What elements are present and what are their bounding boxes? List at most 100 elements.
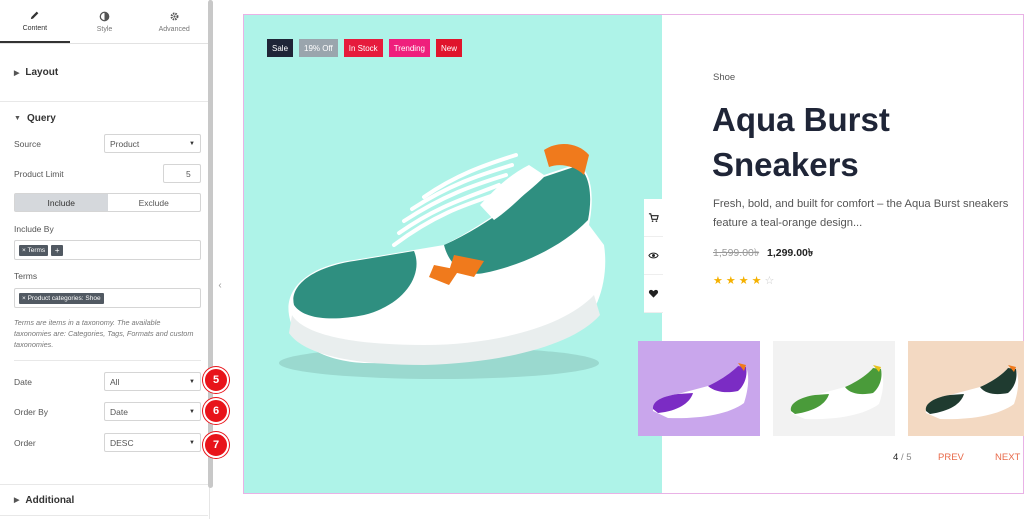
star-icon: ★ — [738, 275, 749, 287]
date-select[interactable]: All ▼ — [104, 372, 201, 391]
add-chip-button[interactable]: + — [51, 244, 64, 256]
tab-style[interactable]: Style — [70, 0, 140, 43]
caret-right-icon: ▶ — [14, 497, 20, 504]
source-label: Source — [14, 138, 41, 149]
product-description: Fresh, bold, and built for comfort – the… — [713, 195, 1024, 233]
next-button[interactable]: NEXT — [995, 452, 1020, 463]
prev-button[interactable]: PREV — [938, 452, 964, 463]
badge-trending: Trending — [388, 39, 430, 57]
order-by-value: Date — [110, 406, 128, 417]
limit-row: Product Limit 5 — [14, 164, 201, 183]
wishlist-button[interactable] — [644, 275, 663, 313]
sneaker-thumb-image — [925, 365, 1019, 420]
terms-help-text: Terms are items in a taxonomy. The avail… — [14, 318, 194, 349]
section-additional-label: Additional — [25, 494, 75, 506]
badge-in-stock: In Stock — [343, 39, 383, 57]
include-by-field[interactable]: × Terms + — [14, 240, 201, 260]
include-by-label: Include By — [14, 224, 54, 234]
source-value: Product — [110, 138, 140, 149]
collapse-panel-icon[interactable]: ‹ — [214, 270, 226, 300]
price-new: 1,299.00৳ — [767, 247, 814, 259]
divider — [14, 360, 201, 361]
caret-down-icon: ▼ — [14, 114, 21, 122]
include-button[interactable]: Include — [15, 194, 108, 211]
product-category[interactable]: Shoe — [713, 72, 735, 83]
product-image-area: Sale 19% Off In Stock Trending New — [244, 15, 662, 493]
tab-style-label: Style — [96, 25, 113, 33]
source-row: Source Product ▼ — [14, 134, 201, 153]
product-description-text: Fresh, bold, and built for comfort – the… — [713, 198, 1009, 229]
rating-stars: ★ ★ ★ ★ ☆ — [713, 274, 774, 287]
price-old: 1,599.00৳ — [713, 247, 760, 259]
order-value: DESC — [110, 437, 134, 448]
category-chip[interactable]: × Product categories: Shoe — [19, 292, 104, 304]
source-select[interactable]: Product ▼ — [104, 134, 201, 153]
order-by-row: Order By Date ▼ — [14, 402, 201, 421]
star-empty-icon: ☆ — [764, 275, 775, 287]
pencil-icon — [31, 11, 39, 19]
quick-view-button[interactable] — [644, 237, 663, 275]
badge-new: New — [435, 39, 462, 57]
section-layout[interactable]: ▶ Layout — [0, 44, 209, 102]
tab-content[interactable]: Content — [0, 0, 70, 43]
exclude-button[interactable]: Exclude — [108, 194, 201, 211]
caret-right-icon: ▶ — [14, 69, 20, 77]
product-title[interactable]: Aqua Burst Sneakers — [712, 97, 1022, 187]
section-query[interactable]: ▼ Query — [0, 102, 209, 134]
section-additional[interactable]: ▶ Additional — [0, 484, 208, 516]
eye-icon — [648, 252, 659, 259]
terms-field[interactable]: × Product categories: Shoe — [14, 288, 201, 308]
add-to-cart-button[interactable] — [644, 199, 663, 237]
settings-panel: Content Style Advanced ▶ Layout ▼ Query … — [0, 0, 210, 519]
order-by-label: Order By — [14, 406, 49, 417]
product-badges: Sale 19% Off In Stock Trending New — [267, 39, 462, 57]
step-marker-6: 6 — [203, 398, 229, 424]
order-label: Order — [14, 437, 36, 448]
order-row: Order DESC ▼ — [14, 433, 201, 452]
product-preview: Sale 19% Off In Stock Trending New Shoe … — [243, 14, 1024, 494]
badge-discount: 19% Off — [299, 39, 338, 57]
limit-input[interactable]: 5 — [163, 164, 201, 183]
order-select[interactable]: DESC ▼ — [104, 433, 201, 452]
pager-separator: / — [900, 452, 904, 463]
pager-current: 4 — [893, 452, 899, 463]
product-actions — [644, 199, 663, 313]
panel-tabs: Content Style Advanced — [0, 0, 209, 44]
section-query-label: Query — [26, 112, 56, 124]
badge-sale: Sale — [267, 39, 294, 57]
contrast-icon — [99, 11, 110, 21]
gear-icon — [170, 12, 179, 20]
limit-label: Product Limit — [14, 168, 64, 179]
include-exclude-toggle: Include Exclude — [14, 193, 201, 212]
sneaker-image[interactable] — [244, 15, 662, 493]
chevron-down-icon: ▼ — [189, 140, 195, 147]
chevron-down-icon: ▼ — [189, 439, 195, 446]
order-by-select[interactable]: Date ▼ — [104, 402, 201, 421]
star-icon: ★ — [751, 275, 762, 287]
pager-count: 4 / 5 — [893, 452, 912, 463]
chevron-down-icon: ▼ — [189, 408, 195, 415]
terms-chip[interactable]: × Terms — [19, 244, 49, 256]
star-icon: ★ — [713, 275, 723, 287]
date-row: Date All ▼ — [14, 372, 201, 391]
pager-total: 5 — [906, 452, 912, 463]
thumbnail-green[interactable] — [773, 341, 895, 436]
sneaker-thumb-image — [652, 363, 749, 419]
tab-advanced-label: Advanced — [158, 25, 190, 33]
page: Content Style Advanced ▶ Layout ▼ Query … — [0, 0, 1024, 519]
chevron-down-icon: ▼ — [189, 378, 195, 385]
thumbnail-dark-green[interactable] — [908, 341, 1024, 436]
terms-label: Terms — [14, 271, 38, 281]
tab-content-label: Content — [22, 24, 48, 32]
thumbnail-strip — [638, 341, 1024, 436]
tab-advanced[interactable]: Advanced — [139, 0, 209, 43]
sneaker-thumb-image — [790, 365, 884, 420]
step-marker-5: 5 — [203, 367, 229, 393]
thumbnail-purple[interactable] — [638, 341, 760, 436]
star-icon: ★ — [725, 275, 736, 287]
heart-icon — [648, 289, 659, 298]
section-layout-label: Layout — [25, 67, 59, 78]
date-label: Date — [14, 376, 32, 387]
step-marker-7: 7 — [203, 432, 229, 458]
date-value: All — [110, 376, 120, 387]
